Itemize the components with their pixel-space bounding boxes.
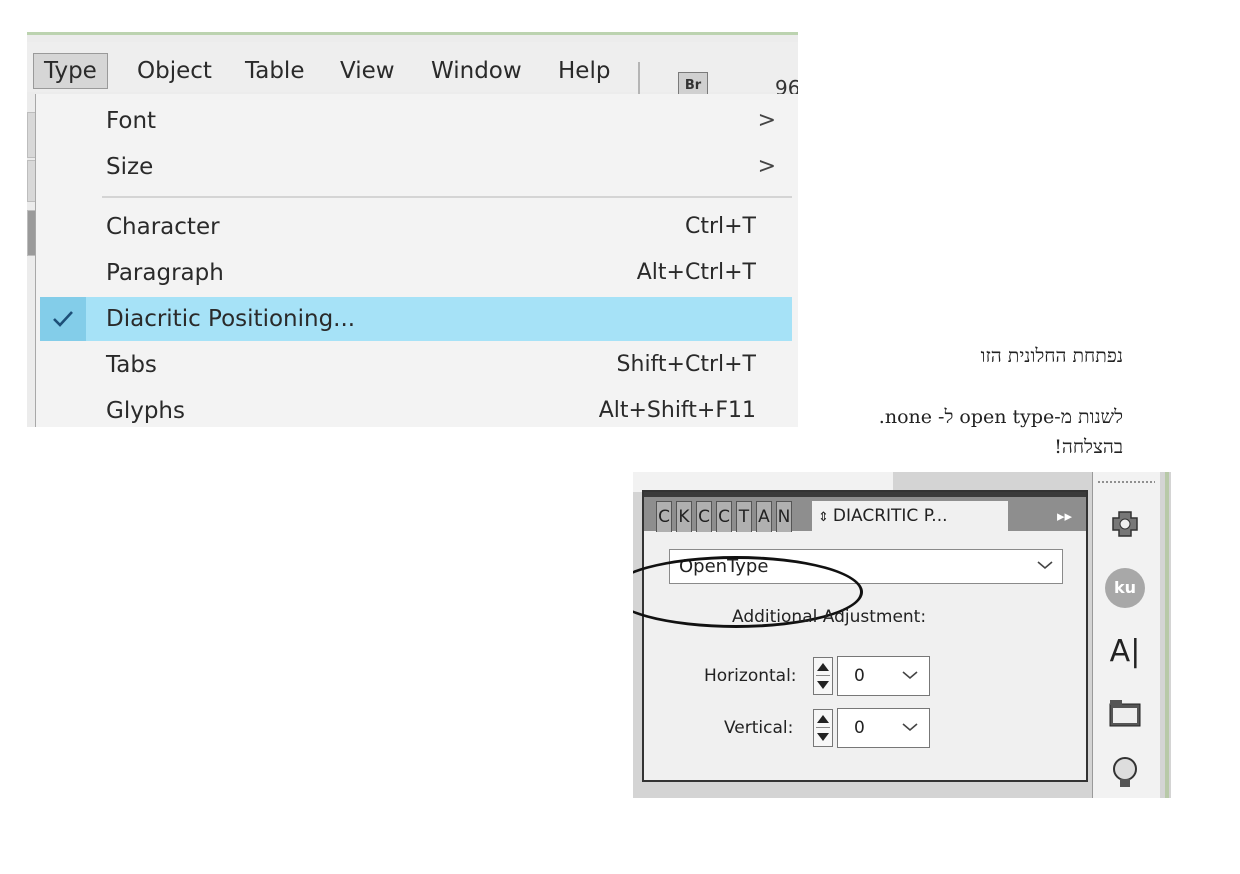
stepper-up-icon[interactable]	[817, 715, 829, 723]
horizontal-value: 0	[854, 666, 865, 686]
stepper-down-icon[interactable]	[817, 733, 829, 741]
lightbulb-icon[interactable]	[1105, 752, 1145, 792]
vertical-value: 0	[854, 718, 865, 738]
window-top-border	[27, 32, 798, 35]
collapsed-tab[interactable]: C	[656, 501, 672, 532]
menu-item-size[interactable]: Size >	[36, 145, 798, 189]
stepper-up-icon[interactable]	[817, 663, 829, 671]
menu-item-label: Glyphs	[106, 398, 185, 424]
menu-divider	[102, 196, 792, 198]
collapsed-tab[interactable]: T	[736, 501, 752, 532]
diacritic-panel-screenshot: C K C C T A N ⇕ DIACRITIC P... ▸▸ OpenTyp…	[633, 472, 1171, 798]
note-good-luck: בהצלחה!	[1054, 436, 1123, 458]
expand-panel-icon[interactable]: ▸▸	[1057, 501, 1072, 531]
positioning-mode-value: OpenType	[679, 556, 769, 577]
collapsed-tab[interactable]: K	[676, 501, 692, 532]
menu-item-label: Tabs	[106, 352, 157, 378]
menu-item-tabs[interactable]: Tabs Shift+Ctrl+T	[36, 343, 798, 387]
panel-dock: ku A|	[1092, 472, 1160, 798]
menu-item-font[interactable]: Font >	[36, 99, 798, 143]
dock-edge	[1165, 472, 1169, 798]
kuler-icon[interactable]: ku	[1105, 568, 1145, 608]
vertical-input[interactable]: 0	[837, 708, 930, 748]
menu-item-glyphs[interactable]: Glyphs Alt+Shift+F11	[36, 389, 798, 427]
chevron-down-icon[interactable]	[901, 669, 919, 681]
menu-item-label: Paragraph	[106, 260, 224, 286]
menu-item-label: Font	[106, 108, 157, 134]
menu-item-shortcut: Alt+Ctrl+T	[636, 260, 756, 285]
tab-options-icon: ⇕	[818, 510, 829, 525]
tab-title: DIACRITIC P...	[832, 506, 948, 526]
background-area	[633, 472, 893, 492]
type-dropdown-menu: Font > Size > Character Ctrl+T Paragraph…	[35, 94, 798, 427]
menu-item-shortcut: Alt+Shift+F11	[598, 398, 756, 423]
stepper-down-icon[interactable]	[817, 681, 829, 689]
chevron-down-icon	[1037, 561, 1053, 570]
tab-diacritic-positioning[interactable]: ⇕ DIACRITIC P...	[812, 501, 1008, 532]
menu-view[interactable]: View	[330, 54, 405, 88]
menu-item-diacritic-positioning[interactable]: Diacritic Positioning...	[40, 297, 792, 341]
menu-table[interactable]: Table	[235, 54, 314, 88]
menu-object[interactable]: Object	[127, 54, 222, 88]
chevron-down-icon[interactable]	[901, 721, 919, 733]
vertical-label: Vertical:	[724, 718, 794, 738]
folder-icon[interactable]	[1105, 694, 1145, 734]
note-change-instruction: לשנות מ-open type ל- none.	[878, 406, 1123, 428]
character-style-icon[interactable]: A|	[1105, 632, 1145, 672]
menu-item-shortcut: Ctrl+T	[684, 214, 756, 239]
submenu-arrow-icon: >	[757, 154, 776, 179]
collapsed-tab[interactable]: N	[776, 501, 792, 532]
panel-tab-strip: C K C C T A N ⇕ DIACRITIC P... ▸▸	[644, 497, 1086, 532]
plugin-icon[interactable]	[1105, 504, 1145, 544]
additional-adjustment-heading: Additional Adjustment:	[732, 607, 927, 627]
menu-bar: Type Object Table View Window Help Br 96	[27, 42, 798, 100]
menu-item-label: Character	[106, 214, 220, 240]
menu-item-character[interactable]: Character Ctrl+T	[36, 205, 798, 249]
horizontal-input[interactable]: 0	[837, 656, 930, 696]
horizontal-stepper[interactable]	[813, 657, 833, 695]
menu-item-shortcut: Shift+Ctrl+T	[616, 352, 756, 377]
horizontal-label: Horizontal:	[704, 666, 797, 686]
collapsed-tab[interactable]: A	[756, 501, 772, 532]
diacritic-positioning-panel: C K C C T A N ⇕ DIACRITIC P... ▸▸ OpenTyp…	[633, 490, 1088, 782]
submenu-arrow-icon: >	[757, 108, 776, 133]
note-panel-opens: נפתחת החלונית הזו	[980, 345, 1123, 367]
positioning-mode-select[interactable]: OpenType	[669, 549, 1063, 584]
vertical-stepper[interactable]	[813, 709, 833, 747]
type-menu-screenshot: Type Object Table View Window Help Br 96…	[27, 32, 798, 427]
dock-grip[interactable]	[1097, 480, 1155, 484]
menu-item-paragraph[interactable]: Paragraph Alt+Ctrl+T	[36, 251, 798, 295]
menu-item-label: Diacritic Positioning...	[106, 306, 356, 332]
menu-help[interactable]: Help	[548, 54, 620, 88]
collapsed-tab[interactable]: C	[696, 501, 712, 532]
menu-type[interactable]: Type	[33, 53, 108, 89]
menu-item-label: Size	[106, 154, 154, 180]
collapsed-tab[interactable]: C	[716, 501, 732, 532]
menu-window[interactable]: Window	[421, 54, 532, 88]
checkmark-icon	[40, 297, 86, 341]
